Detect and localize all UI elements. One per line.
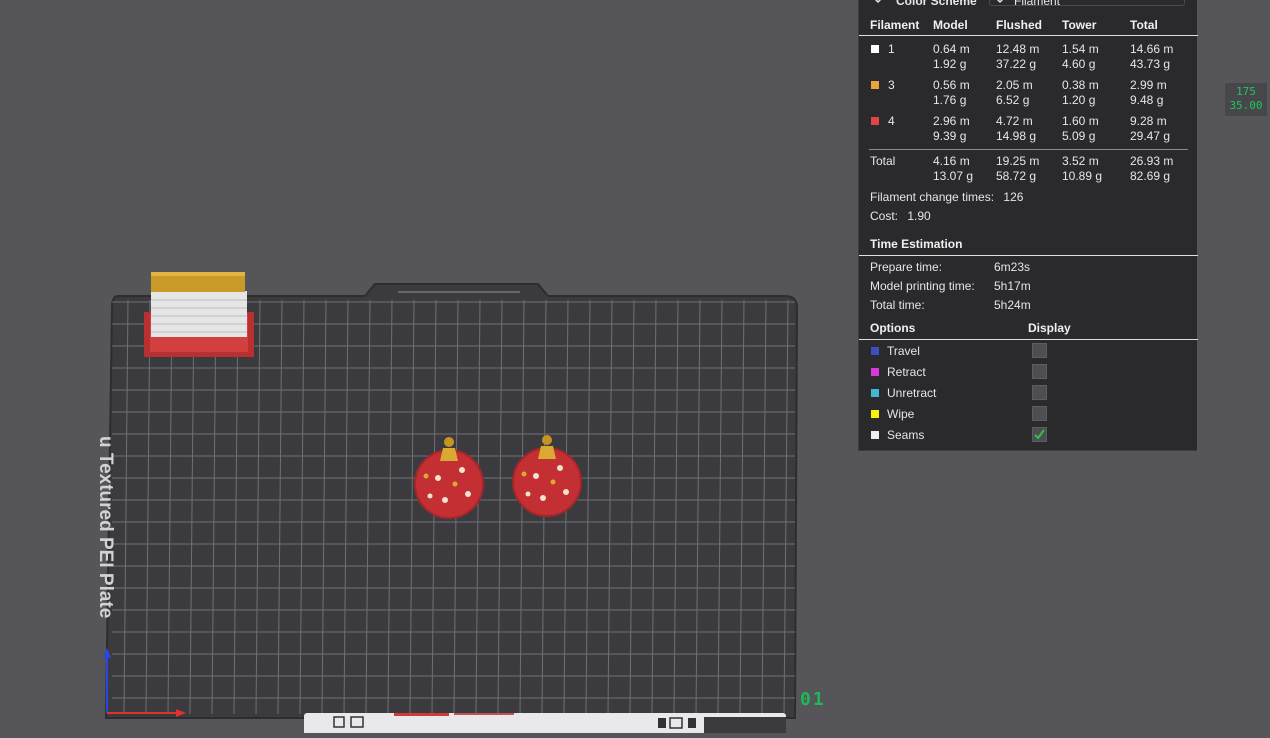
- unretract-swatch: [871, 389, 879, 397]
- filament-total-row: Total 4.16 m 13.07 g 19.25 m 58.72 g 3.5…: [859, 152, 1198, 184]
- divider: [859, 35, 1198, 36]
- option-label: Unretract: [887, 386, 937, 400]
- option-label: Travel: [887, 344, 920, 358]
- filament-id: 4: [888, 114, 895, 128]
- cost-label: Cost:: [870, 209, 899, 223]
- option-unretract: Unretract: [859, 383, 1198, 404]
- filament-id: 3: [888, 78, 895, 92]
- color-scheme-value: Filament: [1014, 0, 1061, 8]
- toolbar-icons: [333, 712, 786, 733]
- flushed-usage: 12.48 m 37.22 g: [996, 42, 1040, 71]
- divider: [859, 255, 1198, 256]
- model-usage: 0.64 m 1.92 g: [933, 42, 970, 71]
- chevron-down-icon: [996, 0, 1004, 4]
- grand-total: 26.93 m 82.69 g: [1130, 154, 1174, 183]
- option-label: Seams: [887, 428, 925, 442]
- divider: [859, 339, 1198, 340]
- filament-row-4: 4 2.96 m 9.39 g 4.72 m 14.98 g 1.60 m 5.…: [859, 112, 1198, 144]
- flushed-total: 19.25 m 58.72 g: [996, 154, 1040, 183]
- retract-display-checkbox[interactable]: [1032, 364, 1047, 379]
- unretract-display-checkbox[interactable]: [1032, 385, 1047, 400]
- model-usage: 0.56 m 1.76 g: [933, 78, 970, 107]
- option-retract: Retract: [859, 362, 1198, 383]
- model-usage: 2.96 m 9.39 g: [933, 114, 970, 143]
- options-title: Options: [870, 321, 916, 335]
- col-header-model: Model: [933, 18, 968, 32]
- flushed-usage: 4.72 m 14.98 g: [996, 114, 1037, 143]
- tower-usage: 1.54 m 4.60 g: [1062, 42, 1099, 71]
- tower-usage: 1.60 m 5.09 g: [1062, 114, 1099, 143]
- layer-number: 175: [1236, 85, 1256, 98]
- tower-total: 3.52 m 10.89 g: [1062, 154, 1103, 183]
- seams-swatch: [871, 431, 879, 439]
- total-usage: 14.66 m 43.73 g: [1130, 42, 1174, 71]
- check-icon: [1034, 429, 1045, 440]
- time-estimation-title: Time Estimation: [870, 237, 963, 251]
- filament-row-1: 1 0.64 m 1.92 g 12.48 m 37.22 g 1.54 m 4…: [859, 40, 1198, 72]
- cost-line: Cost: 1.90: [870, 209, 931, 223]
- travel-swatch: [871, 347, 879, 355]
- model-printing-time-label: Model printing time:: [870, 279, 975, 293]
- color-scheme-bar: Color Scheme Filament: [859, 0, 1198, 12]
- filament-change-value: 126: [1003, 190, 1024, 204]
- layer-height-readout[interactable]: 175 35.00: [1225, 83, 1267, 116]
- model-printing-time-value: 5h17m: [994, 279, 1031, 293]
- filament-swatch: [871, 81, 879, 89]
- total-usage: 2.99 m 9.48 g: [1130, 78, 1167, 107]
- prepare-time-label: Prepare time:: [870, 260, 943, 274]
- total-label: Total: [870, 154, 896, 168]
- display-title: Display: [1028, 321, 1071, 335]
- filament-row-3: 3 0.56 m 1.76 g 2.05 m 6.52 g 0.38 m 1.2…: [859, 76, 1198, 108]
- collapse-icon[interactable]: [871, 0, 885, 6]
- option-label: Retract: [887, 365, 926, 379]
- total-usage: 9.28 m 29.47 g: [1130, 114, 1171, 143]
- retract-swatch: [871, 368, 879, 376]
- color-scheme-label: Color Scheme: [896, 0, 977, 8]
- filament-swatch: [871, 45, 879, 53]
- filament-swatch: [871, 117, 879, 125]
- col-header-flushed: Flushed: [996, 18, 1043, 32]
- layer-height: 35.00: [1229, 99, 1263, 112]
- option-label: Wipe: [887, 407, 915, 421]
- col-header-tower: Tower: [1062, 18, 1097, 32]
- col-header-total: Total: [1130, 18, 1158, 32]
- seams-display-checkbox[interactable]: [1032, 427, 1047, 442]
- bottom-toolbar[interactable]: [304, 712, 786, 733]
- travel-display-checkbox[interactable]: [1032, 343, 1047, 358]
- option-wipe: Wipe: [859, 404, 1198, 425]
- wipe-swatch: [871, 410, 879, 418]
- total-time-label: Total time:: [870, 298, 925, 312]
- plate-label: u Textured PEI Plate: [95, 436, 116, 619]
- color-scheme-select[interactable]: Filament: [989, 0, 1185, 8]
- filament-change-line: Filament change times: 126: [870, 190, 1023, 204]
- wipe-display-checkbox[interactable]: [1032, 406, 1047, 421]
- tower-usage: 0.38 m 1.20 g: [1062, 78, 1099, 107]
- option-travel: Travel: [859, 341, 1198, 362]
- option-seams: Seams: [859, 425, 1198, 446]
- total-time-value: 5h24m: [994, 298, 1031, 312]
- prime-tower: [144, 272, 254, 357]
- model-total: 4.16 m 13.07 g: [933, 154, 974, 183]
- plate-number[interactable]: 01: [800, 689, 826, 710]
- filament-change-label: Filament change times:: [870, 190, 995, 204]
- cost-value: 1.90: [907, 209, 931, 223]
- slice-info-panel: Color Scheme Filament Filament Model Flu…: [858, 0, 1198, 451]
- col-header-filament: Filament: [870, 18, 920, 32]
- filament-id: 1: [888, 42, 895, 56]
- divider: [869, 149, 1188, 150]
- prepare-time-value: 6m23s: [994, 260, 1031, 274]
- flushed-usage: 2.05 m 6.52 g: [996, 78, 1033, 107]
